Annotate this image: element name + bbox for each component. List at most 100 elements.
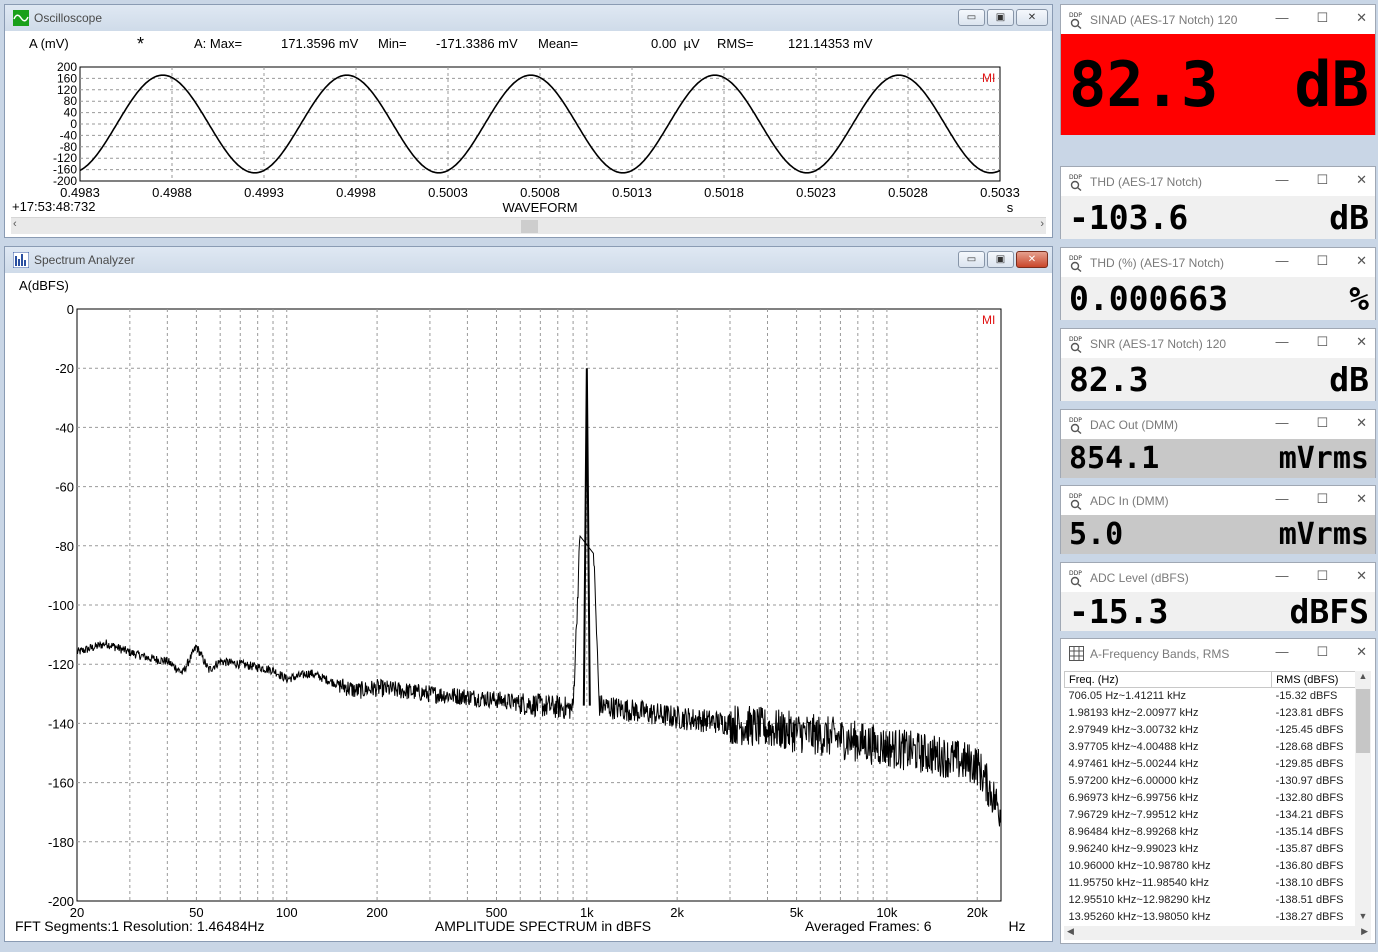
- restore-button[interactable]: ☐: [1316, 334, 1328, 350]
- rms-cell: -15.32 dBFS: [1275, 690, 1338, 703]
- marker-icon[interactable]: *: [137, 35, 144, 53]
- table-row[interactable]: 3.97705 kHz~4.00488 kHz -128.68 dBFS: [1065, 739, 1356, 756]
- column-header-freq[interactable]: Freq. (Hz): [1064, 671, 1273, 688]
- scroll-left-arrow[interactable]: ◀: [1067, 926, 1074, 937]
- frequency-bands-titlebar[interactable]: A-Frequency Bands, RMS — ☐ ✕: [1061, 639, 1375, 668]
- meter-titlebar[interactable]: DDP SINAD (AES-17 Notch) 120 — ☐ ✕: [1061, 5, 1375, 34]
- horizontal-scrollbar[interactable]: ◀ ▶: [1064, 926, 1371, 940]
- spectrum-icon: [13, 252, 29, 268]
- freq-cell: 1.98193 kHz~2.00977 kHz: [1068, 707, 1199, 719]
- minimize-button[interactable]: —: [1275, 334, 1288, 350]
- minimize-button[interactable]: —: [1275, 253, 1288, 269]
- close-button[interactable]: ✕: [1356, 415, 1367, 431]
- close-button[interactable]: ✕: [1356, 568, 1367, 584]
- table-row[interactable]: 9.96240 kHz~9.99023 kHz -135.87 dBFS: [1065, 841, 1356, 858]
- restore-button[interactable]: ☐: [1316, 491, 1328, 507]
- meter-titlebar[interactable]: DDP ADC In (DMM) — ☐ ✕: [1061, 486, 1375, 515]
- table-row[interactable]: 11.95750 kHz~11.98540 kHz -138.10 dBFS: [1065, 875, 1356, 892]
- table-row[interactable]: 706.05 Hz~1.41211 kHz -15.32 dBFS: [1065, 688, 1356, 705]
- x-tick-label: 0.5003: [428, 185, 468, 200]
- minimize-button[interactable]: —: [1275, 10, 1288, 26]
- x-tick-label: 0.5028: [888, 185, 928, 200]
- table-row[interactable]: 8.96484 kHz~8.99268 kHz -135.14 dBFS: [1065, 824, 1356, 841]
- minimize-button[interactable]: ▭: [958, 251, 985, 268]
- close-button[interactable]: ✕: [1356, 10, 1367, 26]
- table-row[interactable]: 12.95510 kHz~12.98290 kHz -138.51 dBFS: [1065, 892, 1356, 909]
- meter-value-unit: mVrms: [1278, 517, 1369, 552]
- table-row[interactable]: 1.98193 kHz~2.00977 kHz -123.81 dBFS: [1065, 705, 1356, 722]
- column-header-rms[interactable]: RMS (dBFS): [1271, 671, 1356, 688]
- oscilloscope-plot[interactable]: 20016012080400-40-80-120-160-2000.4983 0.…: [5, 57, 1052, 217]
- scroll-left-arrow[interactable]: ‹: [13, 218, 17, 230]
- spectrum-titlebar[interactable]: Spectrum Analyzer ▭ ▣ ✕: [5, 247, 1052, 273]
- meter-titlebar[interactable]: DDP DAC Out (DMM) — ☐ ✕: [1061, 410, 1375, 439]
- close-button[interactable]: ✕: [1016, 251, 1048, 268]
- table-row[interactable]: 5.97200 kHz~6.00000 kHz -130.97 dBFS: [1065, 773, 1356, 790]
- y-tick-label: -40: [55, 420, 74, 435]
- minimize-button[interactable]: —: [1275, 568, 1288, 584]
- meter-value-unit: dB: [1329, 198, 1369, 237]
- spectrum-plot[interactable]: 0-20-40-60-80-100-120-140-160-180-20020 5…: [5, 299, 1052, 941]
- mi-logo: MI: [982, 313, 995, 327]
- freq-cell: 9.96240 kHz~9.99023 kHz: [1068, 843, 1199, 855]
- minimize-button[interactable]: ▭: [958, 9, 985, 26]
- table-row[interactable]: 6.96973 kHz~6.99756 kHz -132.80 dBFS: [1065, 790, 1356, 807]
- min-label: Min=: [378, 36, 407, 51]
- oscilloscope-scrollbar[interactable]: ‹ ›: [11, 217, 1046, 234]
- vertical-scrollbar[interactable]: ▲ ▼: [1355, 671, 1371, 927]
- scroll-right-arrow[interactable]: ›: [1040, 218, 1044, 230]
- minimize-button[interactable]: —: [1275, 415, 1288, 431]
- close-button[interactable]: ✕: [1016, 9, 1048, 26]
- close-button[interactable]: ✕: [1356, 253, 1367, 269]
- scroll-up-arrow[interactable]: ▲: [1355, 671, 1371, 687]
- close-button[interactable]: ✕: [1356, 172, 1367, 188]
- restore-button[interactable]: ☐: [1316, 172, 1328, 188]
- meter-window: DDP THD (%) (AES-17 Notch) — ☐ ✕ 0.000663%: [1060, 247, 1376, 320]
- table-row[interactable]: 10.96000 kHz~10.98780 kHz -136.80 dBFS: [1065, 858, 1356, 875]
- restore-button[interactable]: ▣: [987, 251, 1014, 268]
- meter-window: DDP THD (AES-17 Notch) — ☐ ✕ -103.6 dB: [1060, 166, 1376, 239]
- minimize-button[interactable]: —: [1275, 644, 1288, 660]
- scroll-right-arrow[interactable]: ▶: [1361, 926, 1368, 937]
- scroll-thumb[interactable]: [1356, 689, 1370, 753]
- ddp-icon: DDP: [1069, 336, 1082, 353]
- minimize-button[interactable]: —: [1275, 491, 1288, 507]
- meter-value-unit: dBFS: [1289, 592, 1369, 631]
- meter-value-unit: %: [1349, 279, 1369, 318]
- meter-value-panel: -15.3 dBFS: [1061, 592, 1375, 631]
- rms-cell: -132.80 dBFS: [1275, 792, 1344, 804]
- x-axis-unit: s: [1007, 200, 1014, 215]
- minimize-button[interactable]: —: [1275, 172, 1288, 188]
- y-tick-label: -20: [55, 361, 74, 376]
- restore-button[interactable]: ☐: [1316, 10, 1328, 26]
- restore-button[interactable]: ☐: [1316, 568, 1328, 584]
- scroll-down-arrow[interactable]: ▼: [1355, 911, 1371, 927]
- close-button[interactable]: ✕: [1356, 644, 1367, 660]
- table-row[interactable]: 4.97461 kHz~5.00244 kHz -129.85 dBFS: [1065, 756, 1356, 773]
- max-value: 171.3596 mV: [281, 36, 359, 51]
- x-tick-label: 0.5013: [612, 185, 652, 200]
- svg-text:DDP: DDP: [1069, 174, 1082, 181]
- meter-titlebar[interactable]: DDP ADC Level (dBFS) — ☐ ✕: [1061, 563, 1375, 592]
- restore-button[interactable]: ☐: [1316, 415, 1328, 431]
- x-tick-label: 20k: [967, 905, 988, 920]
- table-row[interactable]: 2.97949 kHz~3.00732 kHz -125.45 dBFS: [1065, 722, 1356, 739]
- restore-button[interactable]: ▣: [987, 9, 1014, 26]
- mi-logo: MI: [982, 71, 995, 85]
- meter-value-panel: 854.1 mVrms: [1061, 439, 1375, 478]
- meter-titlebar[interactable]: DDP THD (AES-17 Notch) — ☐ ✕: [1061, 167, 1375, 196]
- close-button[interactable]: ✕: [1356, 334, 1367, 350]
- x-axis-unit: Hz: [1008, 918, 1025, 934]
- restore-button[interactable]: ☐: [1316, 644, 1328, 660]
- oscilloscope-titlebar[interactable]: Oscilloscope ▭ ▣ ✕: [5, 5, 1052, 31]
- scroll-thumb[interactable]: [521, 220, 538, 233]
- rms-label: RMS=: [717, 36, 754, 51]
- meter-titlebar[interactable]: DDP SNR (AES-17 Notch) 120 — ☐ ✕: [1061, 329, 1375, 358]
- meter-titlebar[interactable]: DDP THD (%) (AES-17 Notch) — ☐ ✕: [1061, 248, 1375, 277]
- table-row[interactable]: 7.96729 kHz~7.99512 kHz -134.21 dBFS: [1065, 807, 1356, 824]
- close-button[interactable]: ✕: [1356, 491, 1367, 507]
- restore-button[interactable]: ☐: [1316, 253, 1328, 269]
- table-row[interactable]: 13.95260 kHz~13.98050 kHz -138.27 dBFS: [1065, 909, 1356, 926]
- y-tick-label: -180: [48, 835, 74, 850]
- oscilloscope-window: Oscilloscope ▭ ▣ ✕ A (mV) * A: Max= 171.…: [4, 4, 1053, 238]
